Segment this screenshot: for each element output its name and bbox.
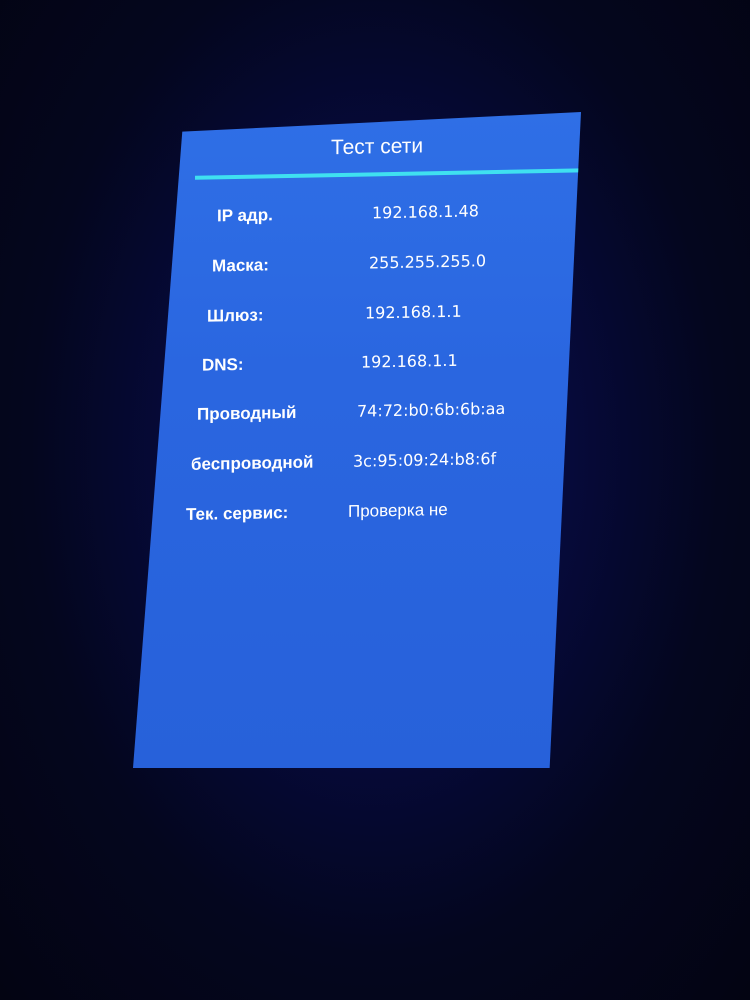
gateway-label: Шлюз:: [207, 305, 264, 326]
dns-label: DNS:: [202, 354, 244, 375]
wireless-mac-label: беспроводной: [191, 452, 314, 474]
mask-label: Маска:: [212, 255, 269, 276]
title-divider: [195, 168, 581, 180]
gateway-value: 192.168.1.1: [365, 301, 462, 323]
service-status-value: Проверка не: [348, 499, 448, 521]
dns-value: 192.168.1.1: [361, 350, 458, 372]
service-status-label: Тек. сервис:: [186, 503, 289, 524]
ip-address-label: IP адр.: [217, 205, 273, 226]
wired-mac-label: Проводный: [197, 402, 297, 424]
ip-address-value: 192.168.1.48: [372, 201, 479, 223]
page-title: Тест сети: [330, 134, 424, 160]
wireless-mac-value: 3c:95:09:24:b8:6f: [353, 449, 497, 471]
mask-value: 255.255.255.0: [369, 251, 487, 273]
wired-mac-value: 74:72:b0:6b:6b:aa: [357, 398, 506, 421]
network-test-screen: Тест сети IP адр. 192.168.1.48 Маска: 25…: [133, 112, 581, 768]
screen-content: Тест сети IP адр. 192.168.1.48 Маска: 25…: [133, 112, 581, 768]
